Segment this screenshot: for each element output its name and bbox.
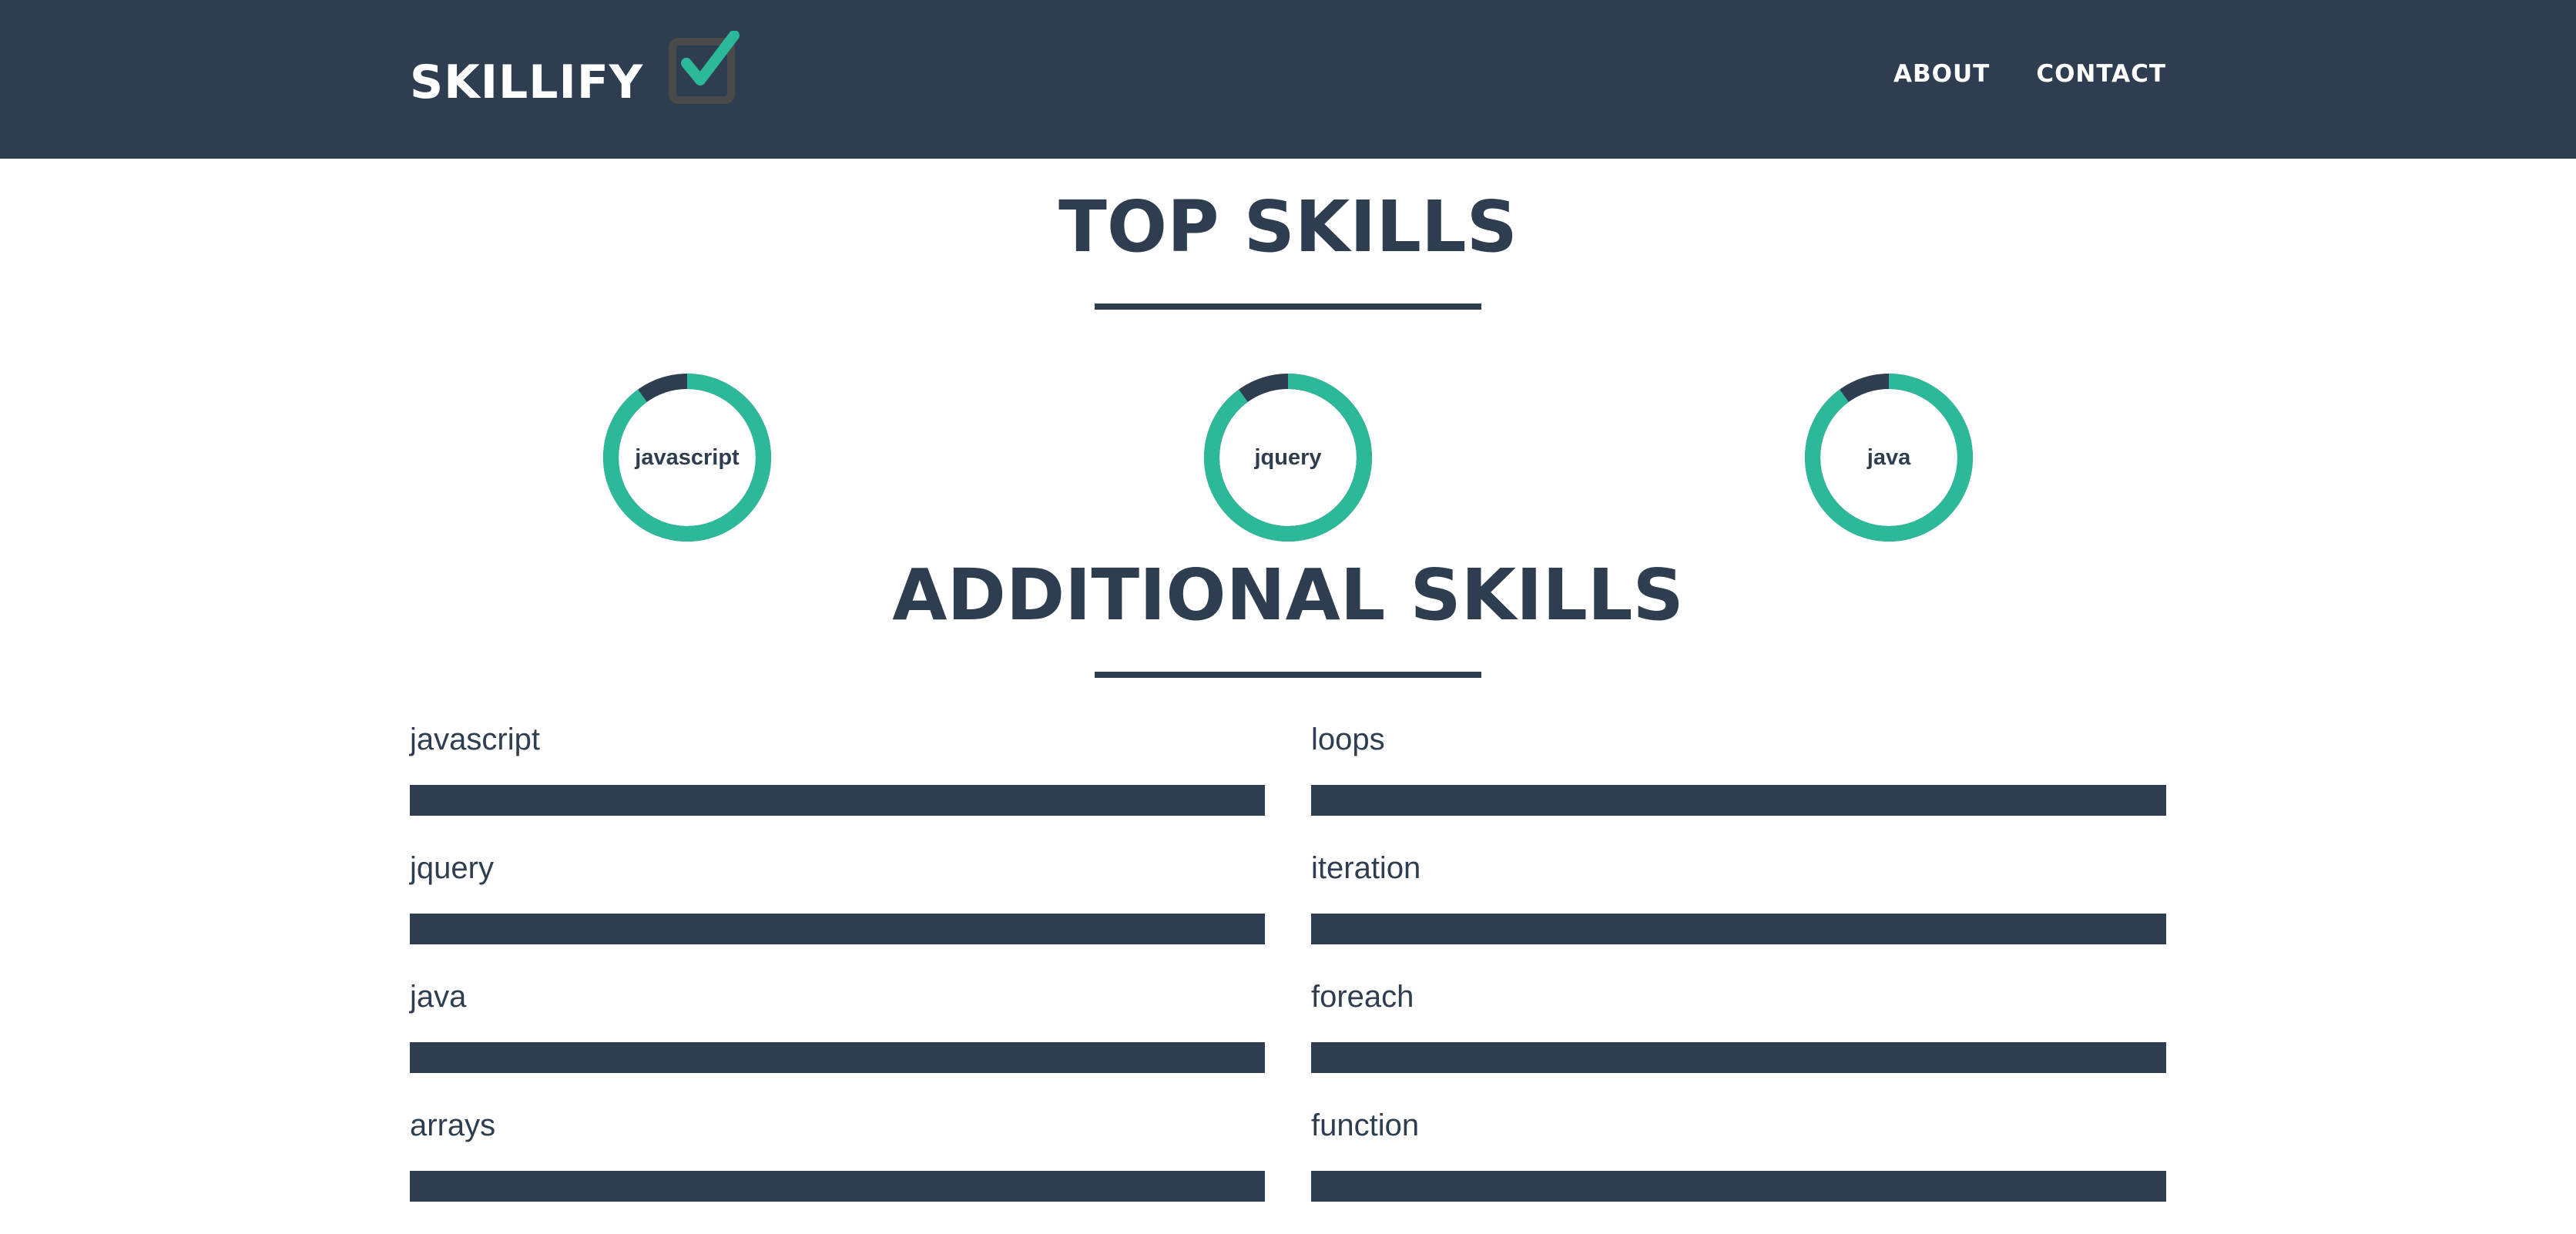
- skill-item: function: [1311, 1106, 2166, 1202]
- brand-name: SKILLIFY: [410, 55, 644, 109]
- skill-label: function: [1311, 1108, 1420, 1142]
- additional-skills-divider: [1095, 672, 1481, 678]
- top-skill-label: javascript: [635, 444, 740, 470]
- skill-progress-fill: [410, 1042, 1265, 1073]
- skill-item: foreach: [1311, 977, 2166, 1073]
- nav-links: ABOUT CONTACT: [1893, 59, 2166, 89]
- skill-item: loops: [1311, 720, 2166, 816]
- skill-progress-bar: [410, 785, 1265, 816]
- skill-progress-bar: [1311, 1042, 2166, 1073]
- skill-progress-bar: [410, 1042, 1265, 1073]
- skill-progress-bar: [1311, 785, 2166, 816]
- skill-progress-bar: [1311, 1171, 2166, 1202]
- skill-item: iteration: [1311, 849, 2166, 944]
- skill-label: arrays: [410, 1108, 496, 1142]
- skill-label: iteration: [1311, 851, 1421, 885]
- top-skills-divider: [1095, 303, 1481, 310]
- skill-label: loops: [1311, 723, 1385, 756]
- skill-progress-fill: [410, 914, 1265, 944]
- top-skills-title: TOP SKILLS: [1058, 186, 1518, 268]
- skill-item: javascript: [410, 720, 1265, 816]
- skill-progress-fill: [1311, 785, 2166, 816]
- check-box-icon: [666, 29, 743, 112]
- skill-item: arrays: [410, 1106, 1265, 1202]
- skill-progress-fill: [410, 1171, 1265, 1202]
- top-skill-java: java: [1803, 372, 1974, 543]
- skill-item: jquery: [410, 849, 1265, 944]
- nav-link-about[interactable]: ABOUT: [1893, 59, 1990, 89]
- skill-progress-bar: [410, 914, 1265, 944]
- skill-item: java: [410, 977, 1265, 1073]
- navbar: SKILLIFY ABOUT CONTACT: [0, 0, 2576, 159]
- skill-progress-fill: [1311, 914, 2166, 944]
- skill-label: foreach: [1311, 980, 1414, 1014]
- nav-link-contact[interactable]: CONTACT: [2036, 59, 2166, 89]
- additional-skills-title: ADDITIONAL SKILLS: [892, 554, 1684, 636]
- top-skill-jquery: jquery: [1202, 372, 1374, 543]
- skill-progress-fill: [1311, 1042, 2166, 1073]
- top-skill-label: jquery: [1254, 444, 1322, 470]
- skill-label: jquery: [410, 851, 494, 885]
- skill-progress-bar: [410, 1171, 1265, 1202]
- top-skill-javascript: javascript: [602, 372, 773, 543]
- skill-progress-fill: [1311, 1171, 2166, 1202]
- skill-label: java: [410, 980, 467, 1014]
- skill-label: javascript: [410, 723, 540, 756]
- skill-progress-bar: [1311, 914, 2166, 944]
- brand[interactable]: SKILLIFY: [410, 29, 743, 117]
- top-skill-label: java: [1867, 444, 1911, 470]
- skill-progress-fill: [410, 785, 1265, 816]
